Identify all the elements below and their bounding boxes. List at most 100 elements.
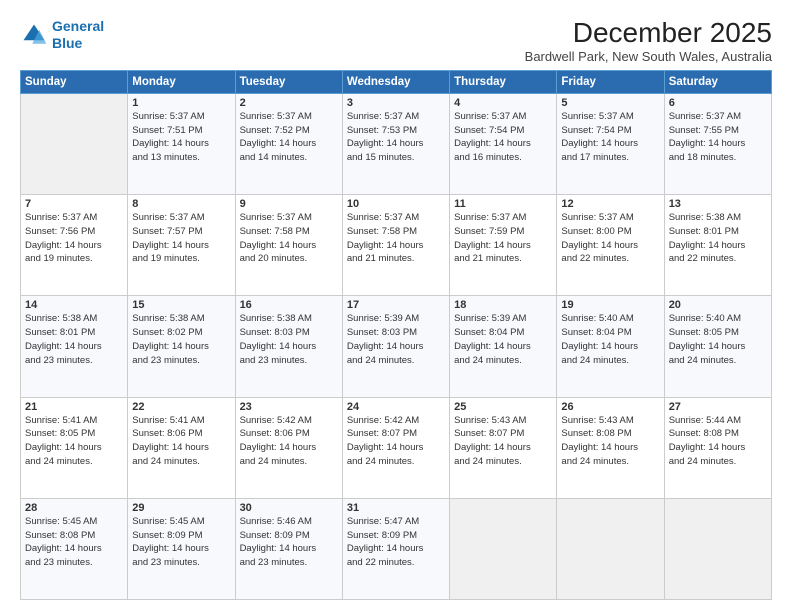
day-number: 28: [25, 502, 123, 514]
day-info: Sunrise: 5:37 AM Sunset: 7:54 PM Dayligh…: [561, 110, 659, 165]
calendar-header-row: SundayMondayTuesdayWednesdayThursdayFrid…: [21, 70, 772, 93]
day-info: Sunrise: 5:42 AM Sunset: 8:07 PM Dayligh…: [347, 414, 445, 469]
day-number: 1: [132, 97, 230, 109]
calendar-cell: 8Sunrise: 5:37 AM Sunset: 7:57 PM Daylig…: [128, 195, 235, 296]
day-number: 12: [561, 198, 659, 210]
day-info: Sunrise: 5:46 AM Sunset: 8:09 PM Dayligh…: [240, 515, 338, 570]
logo-line2: Blue: [52, 35, 82, 51]
calendar-cell: 11Sunrise: 5:37 AM Sunset: 7:59 PM Dayli…: [450, 195, 557, 296]
calendar-cell: [664, 498, 771, 599]
day-number: 23: [240, 401, 338, 413]
day-info: Sunrise: 5:37 AM Sunset: 7:55 PM Dayligh…: [669, 110, 767, 165]
day-number: 13: [669, 198, 767, 210]
day-number: 6: [669, 97, 767, 109]
day-info: Sunrise: 5:41 AM Sunset: 8:06 PM Dayligh…: [132, 414, 230, 469]
logo: General Blue: [20, 18, 104, 52]
day-info: Sunrise: 5:37 AM Sunset: 7:52 PM Dayligh…: [240, 110, 338, 165]
day-number: 30: [240, 502, 338, 514]
day-number: 3: [347, 97, 445, 109]
day-info: Sunrise: 5:37 AM Sunset: 8:00 PM Dayligh…: [561, 211, 659, 266]
calendar-day-header: Sunday: [21, 70, 128, 93]
day-info: Sunrise: 5:39 AM Sunset: 8:03 PM Dayligh…: [347, 312, 445, 367]
day-number: 5: [561, 97, 659, 109]
calendar-cell: 5Sunrise: 5:37 AM Sunset: 7:54 PM Daylig…: [557, 93, 664, 194]
calendar-day-header: Friday: [557, 70, 664, 93]
header: General Blue December 2025 Bardwell Park…: [20, 18, 772, 64]
day-number: 26: [561, 401, 659, 413]
page: General Blue December 2025 Bardwell Park…: [0, 0, 792, 612]
day-info: Sunrise: 5:37 AM Sunset: 7:54 PM Dayligh…: [454, 110, 552, 165]
calendar-week-row: 1Sunrise: 5:37 AM Sunset: 7:51 PM Daylig…: [21, 93, 772, 194]
calendar-cell: 18Sunrise: 5:39 AM Sunset: 8:04 PM Dayli…: [450, 296, 557, 397]
day-number: 11: [454, 198, 552, 210]
calendar-table: SundayMondayTuesdayWednesdayThursdayFrid…: [20, 70, 772, 600]
day-info: Sunrise: 5:43 AM Sunset: 8:07 PM Dayligh…: [454, 414, 552, 469]
title-block: December 2025 Bardwell Park, New South W…: [525, 18, 772, 64]
subtitle: Bardwell Park, New South Wales, Australi…: [525, 49, 772, 64]
calendar-cell: 22Sunrise: 5:41 AM Sunset: 8:06 PM Dayli…: [128, 397, 235, 498]
calendar-cell: 21Sunrise: 5:41 AM Sunset: 8:05 PM Dayli…: [21, 397, 128, 498]
calendar-cell: 9Sunrise: 5:37 AM Sunset: 7:58 PM Daylig…: [235, 195, 342, 296]
calendar-cell: 4Sunrise: 5:37 AM Sunset: 7:54 PM Daylig…: [450, 93, 557, 194]
day-info: Sunrise: 5:37 AM Sunset: 7:53 PM Dayligh…: [347, 110, 445, 165]
day-number: 14: [25, 299, 123, 311]
day-number: 9: [240, 198, 338, 210]
day-info: Sunrise: 5:38 AM Sunset: 8:01 PM Dayligh…: [669, 211, 767, 266]
calendar-cell: 15Sunrise: 5:38 AM Sunset: 8:02 PM Dayli…: [128, 296, 235, 397]
day-info: Sunrise: 5:39 AM Sunset: 8:04 PM Dayligh…: [454, 312, 552, 367]
calendar-cell: 26Sunrise: 5:43 AM Sunset: 8:08 PM Dayli…: [557, 397, 664, 498]
day-info: Sunrise: 5:37 AM Sunset: 7:58 PM Dayligh…: [240, 211, 338, 266]
logo-icon: [20, 21, 48, 49]
calendar-cell: 1Sunrise: 5:37 AM Sunset: 7:51 PM Daylig…: [128, 93, 235, 194]
calendar-cell: [557, 498, 664, 599]
day-number: 17: [347, 299, 445, 311]
calendar-day-header: Wednesday: [342, 70, 449, 93]
day-number: 8: [132, 198, 230, 210]
day-number: 22: [132, 401, 230, 413]
day-info: Sunrise: 5:38 AM Sunset: 8:01 PM Dayligh…: [25, 312, 123, 367]
day-number: 31: [347, 502, 445, 514]
logo-text: General Blue: [52, 18, 104, 52]
day-number: 7: [25, 198, 123, 210]
day-number: 16: [240, 299, 338, 311]
calendar-day-header: Monday: [128, 70, 235, 93]
day-info: Sunrise: 5:37 AM Sunset: 7:51 PM Dayligh…: [132, 110, 230, 165]
day-info: Sunrise: 5:40 AM Sunset: 8:04 PM Dayligh…: [561, 312, 659, 367]
calendar-cell: [450, 498, 557, 599]
calendar-day-header: Saturday: [664, 70, 771, 93]
day-info: Sunrise: 5:42 AM Sunset: 8:06 PM Dayligh…: [240, 414, 338, 469]
day-number: 19: [561, 299, 659, 311]
calendar-cell: 12Sunrise: 5:37 AM Sunset: 8:00 PM Dayli…: [557, 195, 664, 296]
day-number: 27: [669, 401, 767, 413]
calendar-cell: 19Sunrise: 5:40 AM Sunset: 8:04 PM Dayli…: [557, 296, 664, 397]
calendar-cell: 20Sunrise: 5:40 AM Sunset: 8:05 PM Dayli…: [664, 296, 771, 397]
calendar-cell: 29Sunrise: 5:45 AM Sunset: 8:09 PM Dayli…: [128, 498, 235, 599]
calendar-cell: 23Sunrise: 5:42 AM Sunset: 8:06 PM Dayli…: [235, 397, 342, 498]
main-title: December 2025: [525, 18, 772, 49]
calendar-cell: 24Sunrise: 5:42 AM Sunset: 8:07 PM Dayli…: [342, 397, 449, 498]
day-info: Sunrise: 5:38 AM Sunset: 8:02 PM Dayligh…: [132, 312, 230, 367]
calendar-week-row: 14Sunrise: 5:38 AM Sunset: 8:01 PM Dayli…: [21, 296, 772, 397]
calendar-cell: [21, 93, 128, 194]
calendar-cell: 10Sunrise: 5:37 AM Sunset: 7:58 PM Dayli…: [342, 195, 449, 296]
calendar-cell: 14Sunrise: 5:38 AM Sunset: 8:01 PM Dayli…: [21, 296, 128, 397]
calendar-cell: 16Sunrise: 5:38 AM Sunset: 8:03 PM Dayli…: [235, 296, 342, 397]
calendar-day-header: Tuesday: [235, 70, 342, 93]
day-info: Sunrise: 5:37 AM Sunset: 7:59 PM Dayligh…: [454, 211, 552, 266]
calendar-cell: 7Sunrise: 5:37 AM Sunset: 7:56 PM Daylig…: [21, 195, 128, 296]
calendar-day-header: Thursday: [450, 70, 557, 93]
logo-line1: General: [52, 18, 104, 34]
calendar-cell: 2Sunrise: 5:37 AM Sunset: 7:52 PM Daylig…: [235, 93, 342, 194]
day-info: Sunrise: 5:38 AM Sunset: 8:03 PM Dayligh…: [240, 312, 338, 367]
calendar-cell: 13Sunrise: 5:38 AM Sunset: 8:01 PM Dayli…: [664, 195, 771, 296]
day-info: Sunrise: 5:37 AM Sunset: 7:56 PM Dayligh…: [25, 211, 123, 266]
day-info: Sunrise: 5:41 AM Sunset: 8:05 PM Dayligh…: [25, 414, 123, 469]
day-number: 25: [454, 401, 552, 413]
day-info: Sunrise: 5:44 AM Sunset: 8:08 PM Dayligh…: [669, 414, 767, 469]
day-number: 10: [347, 198, 445, 210]
day-number: 4: [454, 97, 552, 109]
calendar-week-row: 7Sunrise: 5:37 AM Sunset: 7:56 PM Daylig…: [21, 195, 772, 296]
calendar-cell: 25Sunrise: 5:43 AM Sunset: 8:07 PM Dayli…: [450, 397, 557, 498]
day-info: Sunrise: 5:37 AM Sunset: 7:57 PM Dayligh…: [132, 211, 230, 266]
calendar-week-row: 21Sunrise: 5:41 AM Sunset: 8:05 PM Dayli…: [21, 397, 772, 498]
